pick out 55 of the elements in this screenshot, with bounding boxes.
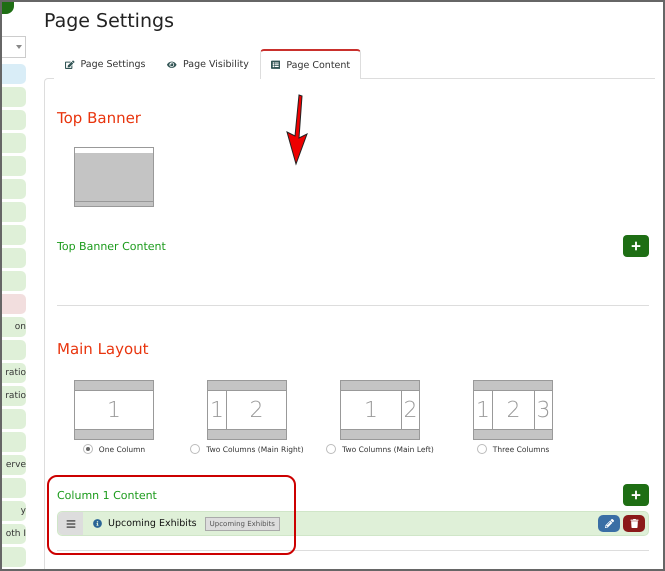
section-label: Column 1 Content: [57, 488, 157, 502]
edit-icon: [65, 60, 74, 70]
column-number: 1: [209, 396, 225, 424]
add-button[interactable]: [623, 484, 649, 506]
column-number: 2: [401, 391, 419, 429]
section-label: Top Banner Content: [57, 240, 166, 252]
sidebar-item[interactable]: on: [2, 317, 26, 337]
drag-handle[interactable]: [58, 512, 83, 535]
sidebar-item[interactable]: [2, 64, 26, 84]
sidebar-item[interactable]: [2, 409, 26, 429]
banner-layout-thumbnail[interactable]: [74, 147, 154, 207]
column-number: 2: [492, 391, 534, 429]
column-number: 3: [534, 391, 552, 429]
tab[interactable]: Page Content: [260, 49, 362, 79]
sidebar-item[interactable]: [2, 133, 26, 153]
sidebar-item[interactable]: [2, 478, 26, 498]
sidebar-item[interactable]: oth I: [2, 524, 26, 544]
menu-icon: [66, 518, 76, 528]
sidebar-item[interactable]: [2, 271, 26, 291]
section-heading: Main Layout: [57, 340, 150, 358]
delete-button[interactable]: [623, 515, 645, 532]
section-heading: Top Banner: [57, 109, 142, 127]
sidebar-item[interactable]: [2, 87, 26, 107]
info-icon: [93, 519, 102, 528]
sidebar-item[interactable]: [2, 340, 26, 360]
sidebar-item[interactable]: [2, 225, 26, 245]
sidebar-item[interactable]: [2, 248, 26, 268]
trash-icon: [630, 519, 638, 528]
plus-icon: [631, 241, 641, 251]
plus-icon: [631, 490, 641, 500]
pencil-icon: [604, 519, 614, 528]
dropdown-field[interactable]: [2, 36, 26, 58]
sidebar-item[interactable]: [2, 156, 26, 176]
sidebar-item[interactable]: [2, 179, 26, 199]
column-number: 1: [475, 396, 491, 424]
sidebar-item[interactable]: [2, 294, 26, 314]
sidebar-item[interactable]: [2, 547, 26, 567]
page-title: Page Settings: [44, 10, 175, 32]
sidebar-item[interactable]: y: [2, 501, 26, 521]
sidebar-item[interactable]: erve: [2, 455, 26, 475]
arrow-annotation: [285, 94, 309, 166]
list-icon: [270, 60, 280, 70]
add-button[interactable]: [623, 235, 649, 257]
sidebar-item[interactable]: [2, 202, 26, 222]
item-title: Upcoming Exhibits: [108, 518, 197, 529]
sidebar-item[interactable]: [2, 432, 26, 452]
column-number: 1: [106, 396, 122, 424]
column-number: 2: [226, 391, 286, 429]
edit-button[interactable]: [598, 515, 620, 532]
caret-icon: [16, 45, 22, 49]
eye-icon: [167, 60, 177, 70]
sidebar-item[interactable]: [2, 110, 26, 130]
sidebar-item[interactable]: ratio: [2, 386, 26, 406]
column-number: 1: [363, 396, 379, 424]
sidebar-item[interactable]: ratio: [2, 363, 26, 383]
